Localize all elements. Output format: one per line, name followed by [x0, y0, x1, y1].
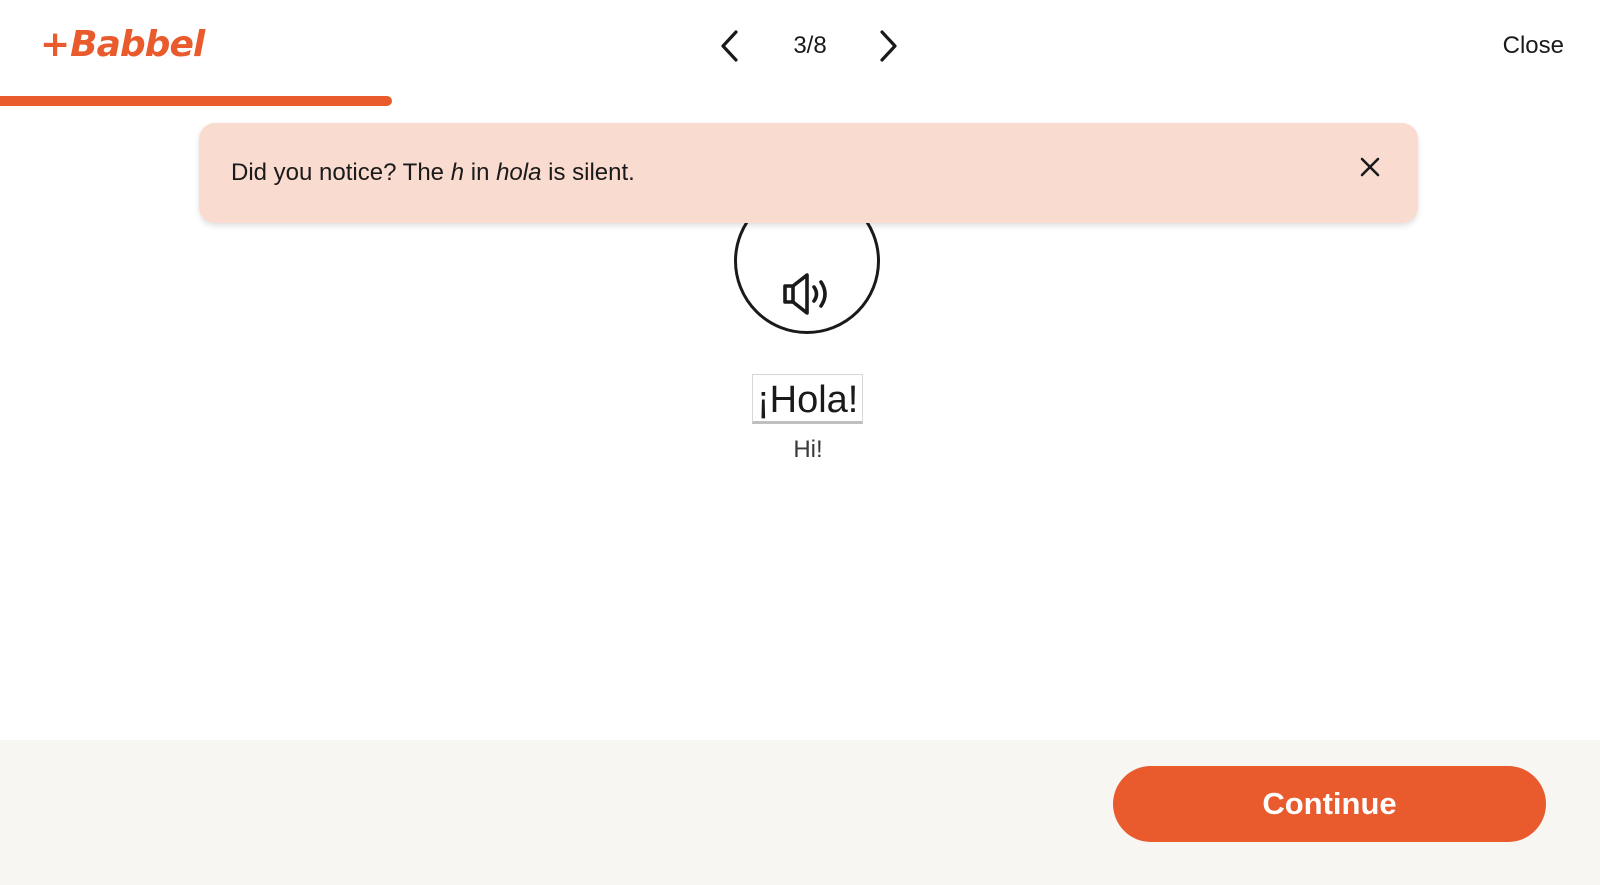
tip-emph-letter: h [450, 159, 465, 186]
vocab-translation: Hi! [793, 436, 823, 463]
babbel-logo: + Babbel [40, 22, 205, 68]
tip-banner: Did you notice? The h in hola is silent. [199, 123, 1418, 223]
tip-text-after: is silent. [541, 159, 635, 186]
chevron-right-icon [880, 30, 897, 62]
tip-text-before: Did you notice? The [231, 159, 451, 186]
tip-close-button[interactable] [1350, 147, 1390, 187]
lesson-page: + Babbel 3/8 Close Did you notice? The h … [0, 0, 1600, 885]
logo-text: Babbel [70, 24, 205, 65]
speaker-icon [783, 273, 827, 315]
logo-plus: + [40, 24, 70, 65]
tip-emph-word: hola [496, 159, 542, 186]
tip-text: Did you notice? The h in hola is silent. [231, 157, 635, 189]
close-icon [1360, 157, 1380, 177]
chevron-left-icon [721, 30, 738, 62]
vocab-word[interactable]: ¡Hola! [752, 374, 864, 424]
previous-button[interactable] [708, 24, 752, 68]
progress-bar [0, 96, 1600, 106]
page-counter: 3/8 [793, 32, 827, 59]
header: + Babbel 3/8 Close [0, 0, 1600, 96]
next-button[interactable] [866, 24, 910, 68]
close-button[interactable]: Close [1503, 30, 1564, 62]
progress-fill [0, 96, 392, 106]
continue-button[interactable]: Continue [1113, 766, 1546, 842]
footer: Continue [0, 740, 1600, 885]
tip-text-middle: in [464, 159, 497, 186]
